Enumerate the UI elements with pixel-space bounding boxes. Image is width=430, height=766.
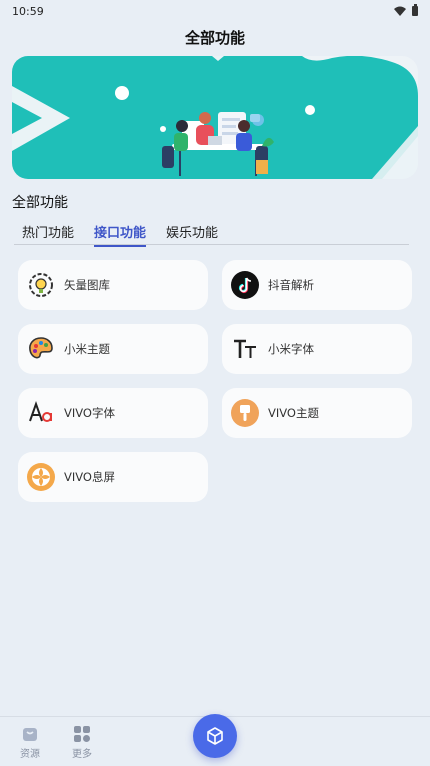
section-title: 全部功能 [12,195,68,211]
feature-card-vivo-aod[interactable]: VIVO息屏 [18,452,208,502]
tiktok-icon [230,270,260,300]
feature-card-vivo-font[interactable]: VIVO字体 [18,388,208,438]
nav-item-more[interactable]: 更多 [72,725,92,760]
text-tt-icon [230,334,260,364]
feature-grid: 矢量图库 抖音解析 小米主题 小米字体 VIVO字体 VIVO主题 VIVO息屏 [18,260,412,502]
wifi-icon [394,6,406,16]
feature-card-mi-theme[interactable]: 小米主题 [18,324,208,374]
bag-icon [23,728,37,741]
cube-icon [207,727,223,745]
feature-card-vector-library[interactable]: 矢量图库 [18,260,208,310]
feature-label: VIVO字体 [64,406,115,420]
grid-icon [74,726,90,742]
palette-icon [26,334,56,364]
feature-tabs: 热门功能 接口功能 娱乐功能 [22,222,218,247]
gear-bulb-icon [26,270,56,300]
nav-label-more: 更多 [72,749,92,760]
status-bar: 10:59 [0,0,430,22]
tab-divider [14,244,409,245]
feature-label: 小米主题 [64,342,110,356]
aperture-icon [26,462,56,492]
banner-illustration[interactable] [12,56,418,179]
feature-card-douyin-parse[interactable]: 抖音解析 [222,260,412,310]
feature-card-mi-font[interactable]: 小米字体 [222,324,412,374]
battery-icon [412,4,418,16]
font-aa-icon [26,398,56,428]
nav-item-resources[interactable]: 资源 [20,725,40,760]
center-action-button[interactable] [193,714,237,758]
status-time: 10:59 [12,4,44,18]
brush-icon [230,398,260,428]
feature-label: 小米字体 [268,342,314,356]
feature-label: 矢量图库 [64,278,110,292]
nav-label-resources: 资源 [20,749,40,760]
status-icons [394,4,418,16]
tab-entertainment[interactable]: 娱乐功能 [166,222,218,245]
tab-api[interactable]: 接口功能 [94,222,147,247]
feature-label: VIVO息屏 [64,470,115,484]
feature-label: VIVO主题 [268,406,319,420]
feature-card-vivo-theme[interactable]: VIVO主题 [222,388,412,438]
tab-hot[interactable]: 热门功能 [22,222,74,245]
feature-label: 抖音解析 [268,278,314,292]
page-title: 全部功能 [184,29,245,47]
